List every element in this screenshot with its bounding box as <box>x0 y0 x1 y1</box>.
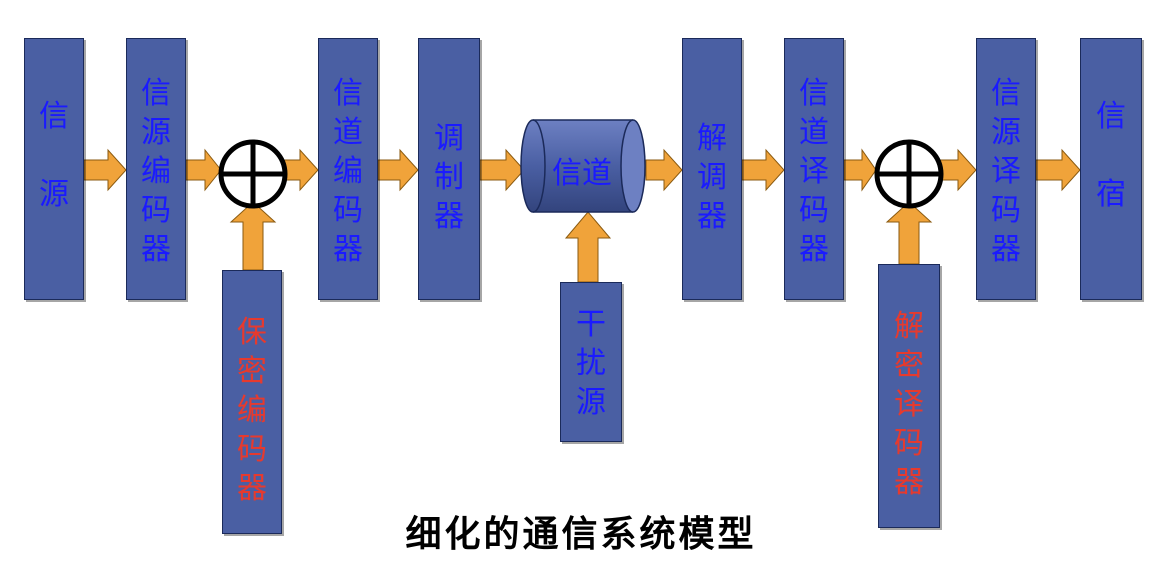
block-demodulator: 解调器 <box>682 38 742 300</box>
block-noise: 干扰源 <box>560 282 622 442</box>
channel-label: 信道 <box>552 156 612 191</box>
sink-label: 信 宿 <box>1096 99 1126 212</box>
arrow-source-decoder-to-sink <box>1035 148 1081 192</box>
block-channel-decoder: 信道译码器 <box>784 38 844 300</box>
block-encryption: 保密编码器 <box>222 270 282 534</box>
arrow-channel-decoder-to-adder <box>843 148 877 192</box>
source-label: 信 源 <box>39 99 69 212</box>
block-modulator: 调制器 <box>418 38 480 300</box>
block-source-decoder: 信源译码器 <box>976 38 1036 300</box>
channel-decoder-label: 信道译码器 <box>799 76 829 267</box>
arrow-noise-to-channel <box>564 211 612 283</box>
block-source-encoder: 信源编码器 <box>126 38 186 300</box>
diagram-title: 细化的通信系统模型 <box>405 514 757 555</box>
modulator-label: 调制器 <box>434 121 464 234</box>
arrow-encryption-to-adder <box>229 201 277 271</box>
adder-decrypt <box>874 139 944 209</box>
noise-label: 干扰源 <box>576 307 606 420</box>
source-encoder-label: 信源编码器 <box>141 76 171 267</box>
arrow-source-encoder-to-adder <box>185 148 222 192</box>
arrow-adder-to-source-decoder <box>939 148 977 192</box>
adder-encrypt <box>218 139 288 209</box>
channel-encoder-label: 信道编码器 <box>333 76 363 267</box>
demodulator-label: 解调器 <box>697 121 727 234</box>
block-channel-encoder: 信道编码器 <box>318 38 378 300</box>
arrow-modulator-to-channel <box>479 148 525 192</box>
arrow-decryption-to-adder <box>885 201 933 265</box>
arrow-source-to-source-encoder <box>83 148 127 192</box>
block-decryption: 解密译码器 <box>878 264 940 528</box>
block-source: 信 源 <box>24 38 84 300</box>
encryption-label: 保密编码器 <box>237 315 267 506</box>
source-decoder-label: 信源译码器 <box>991 76 1021 267</box>
arrow-adder-to-channel-encoder <box>283 148 319 192</box>
block-sink: 信 宿 <box>1080 38 1142 300</box>
arrow-channel-encoder-to-modulator <box>377 148 419 192</box>
decryption-label: 解密译码器 <box>894 309 924 500</box>
arrow-channel-to-demodulator <box>645 148 683 192</box>
arrow-demodulator-to-channel-decoder <box>741 148 785 192</box>
